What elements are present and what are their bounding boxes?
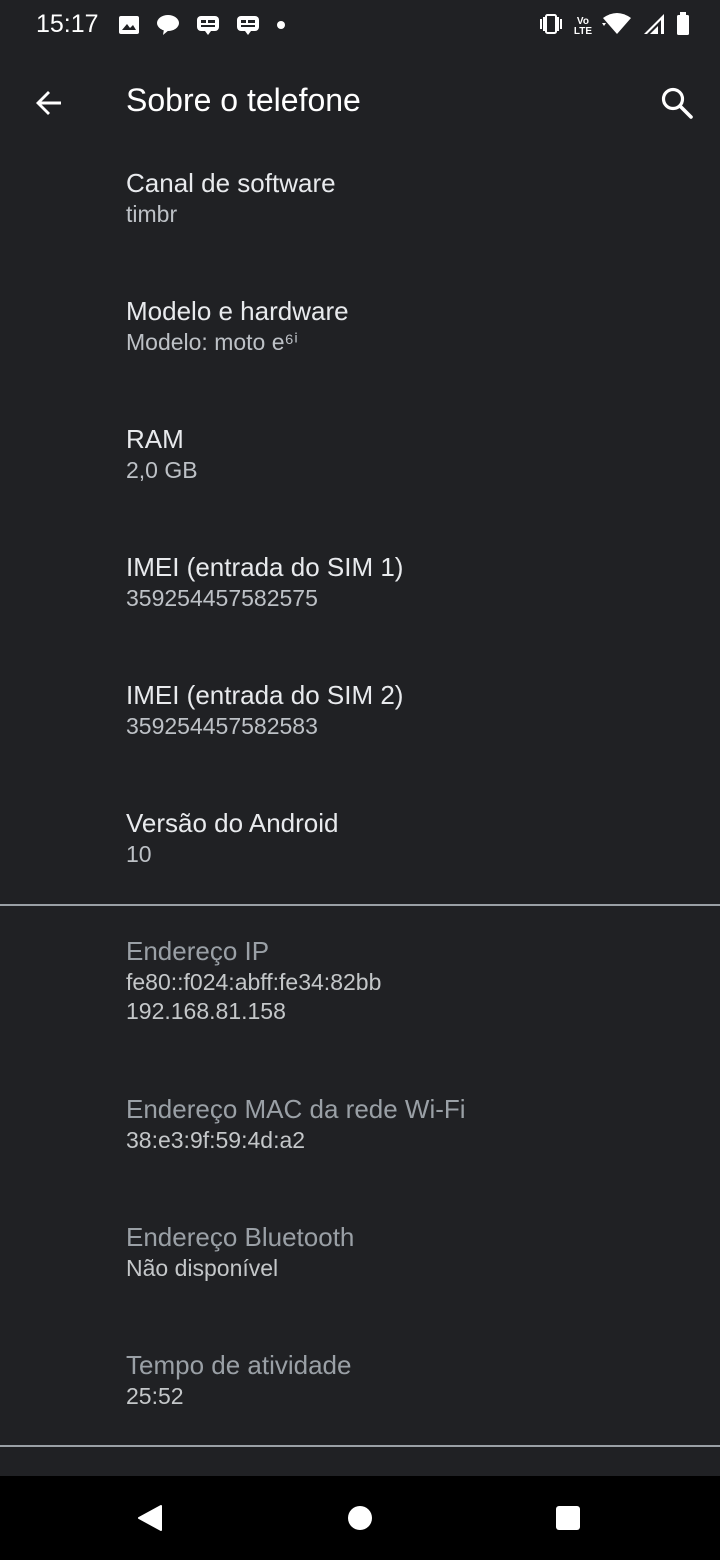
item-title: Modelo e hardware	[126, 296, 349, 326]
item-value: Não disponível	[126, 1255, 279, 1281]
section-divider	[0, 904, 720, 906]
item-title: Endereço IP	[126, 936, 270, 966]
item-value: 359254457582583	[126, 713, 318, 739]
chat-bubble-icon	[156, 14, 180, 41]
item-value: 10	[126, 841, 152, 867]
vibrate-icon	[538, 12, 564, 41]
section-divider	[0, 1445, 720, 1447]
list-item-imei-sim2[interactable]: IMEI (entrada do SIM 2) 359254457582583	[126, 678, 686, 741]
status-time: 15:17	[36, 10, 99, 38]
item-value: fe80::f024:abff:fe34:82bb	[126, 969, 382, 995]
list-item-uptime: Tempo de atividade 25:52	[126, 1348, 686, 1411]
nav-back-icon	[138, 1505, 162, 1531]
nav-back-button[interactable]	[126, 1494, 174, 1542]
item-title: RAM	[126, 424, 184, 454]
battery-icon	[676, 12, 690, 41]
back-arrow-icon	[36, 91, 61, 115]
item-title: Tempo de atividade	[126, 1350, 352, 1380]
navigation-bar	[0, 1476, 720, 1560]
dot-icon	[276, 14, 286, 41]
status-notification-icons	[118, 14, 286, 41]
status-bar: 15:17 Vo LTE	[0, 0, 720, 52]
list-item-ip-address: Endereço IP fe80::f024:abff:fe34:82bb 19…	[126, 934, 686, 1026]
item-title: IMEI (entrada do SIM 2)	[126, 680, 404, 710]
item-value: Modelo: moto e⁶ⁱ	[126, 329, 299, 355]
item-title: Endereço MAC da rede Wi-Fi	[126, 1094, 466, 1124]
search-icon	[661, 87, 693, 119]
item-value: 2,0 GB	[126, 457, 198, 483]
nav-recents-button[interactable]	[544, 1494, 592, 1542]
wifi-icon	[602, 12, 632, 41]
page-title: Sobre o telefone	[126, 82, 361, 118]
list-item-model-hardware[interactable]: Modelo e hardware Modelo: moto e⁶ⁱ	[126, 294, 686, 357]
list-item-bluetooth-address: Endereço Bluetooth Não disponível	[126, 1220, 686, 1283]
list-item-software-channel[interactable]: Canal de software timbr	[126, 166, 686, 229]
list-item-ram[interactable]: RAM 2,0 GB	[126, 422, 686, 485]
nav-home-icon	[348, 1506, 372, 1530]
item-value: timbr	[126, 201, 178, 227]
item-title: Canal de software	[126, 168, 336, 198]
list-item-wifi-mac: Endereço MAC da rede Wi-Fi 38:e3:9f:59:4…	[126, 1092, 686, 1155]
nav-home-button[interactable]	[336, 1494, 384, 1542]
search-button[interactable]	[652, 78, 702, 128]
volte-icon: Vo LTE	[573, 15, 592, 37]
item-value: 38:e3:9f:59:4d:a2	[126, 1127, 306, 1153]
item-value-secondary: 192.168.81.158	[126, 998, 286, 1024]
nav-recents-icon	[556, 1506, 580, 1530]
item-title: IMEI (entrada do SIM 1)	[126, 552, 404, 582]
item-value: 25:52	[126, 1383, 184, 1409]
back-button[interactable]	[24, 78, 74, 128]
status-system-icons: Vo LTE	[538, 12, 690, 41]
image-icon	[118, 14, 140, 41]
list-item-android-version[interactable]: Versão do Android 10	[126, 806, 686, 869]
item-title: Endereço Bluetooth	[126, 1222, 355, 1252]
message-icon	[236, 14, 260, 41]
list-item-imei-sim1[interactable]: IMEI (entrada do SIM 1) 359254457582575	[126, 550, 686, 613]
signal-icon	[642, 12, 666, 41]
app-bar: Sobre o telefone	[0, 52, 720, 152]
item-value: 359254457582575	[126, 585, 318, 611]
item-title: Versão do Android	[126, 808, 339, 838]
message-icon	[196, 14, 220, 41]
